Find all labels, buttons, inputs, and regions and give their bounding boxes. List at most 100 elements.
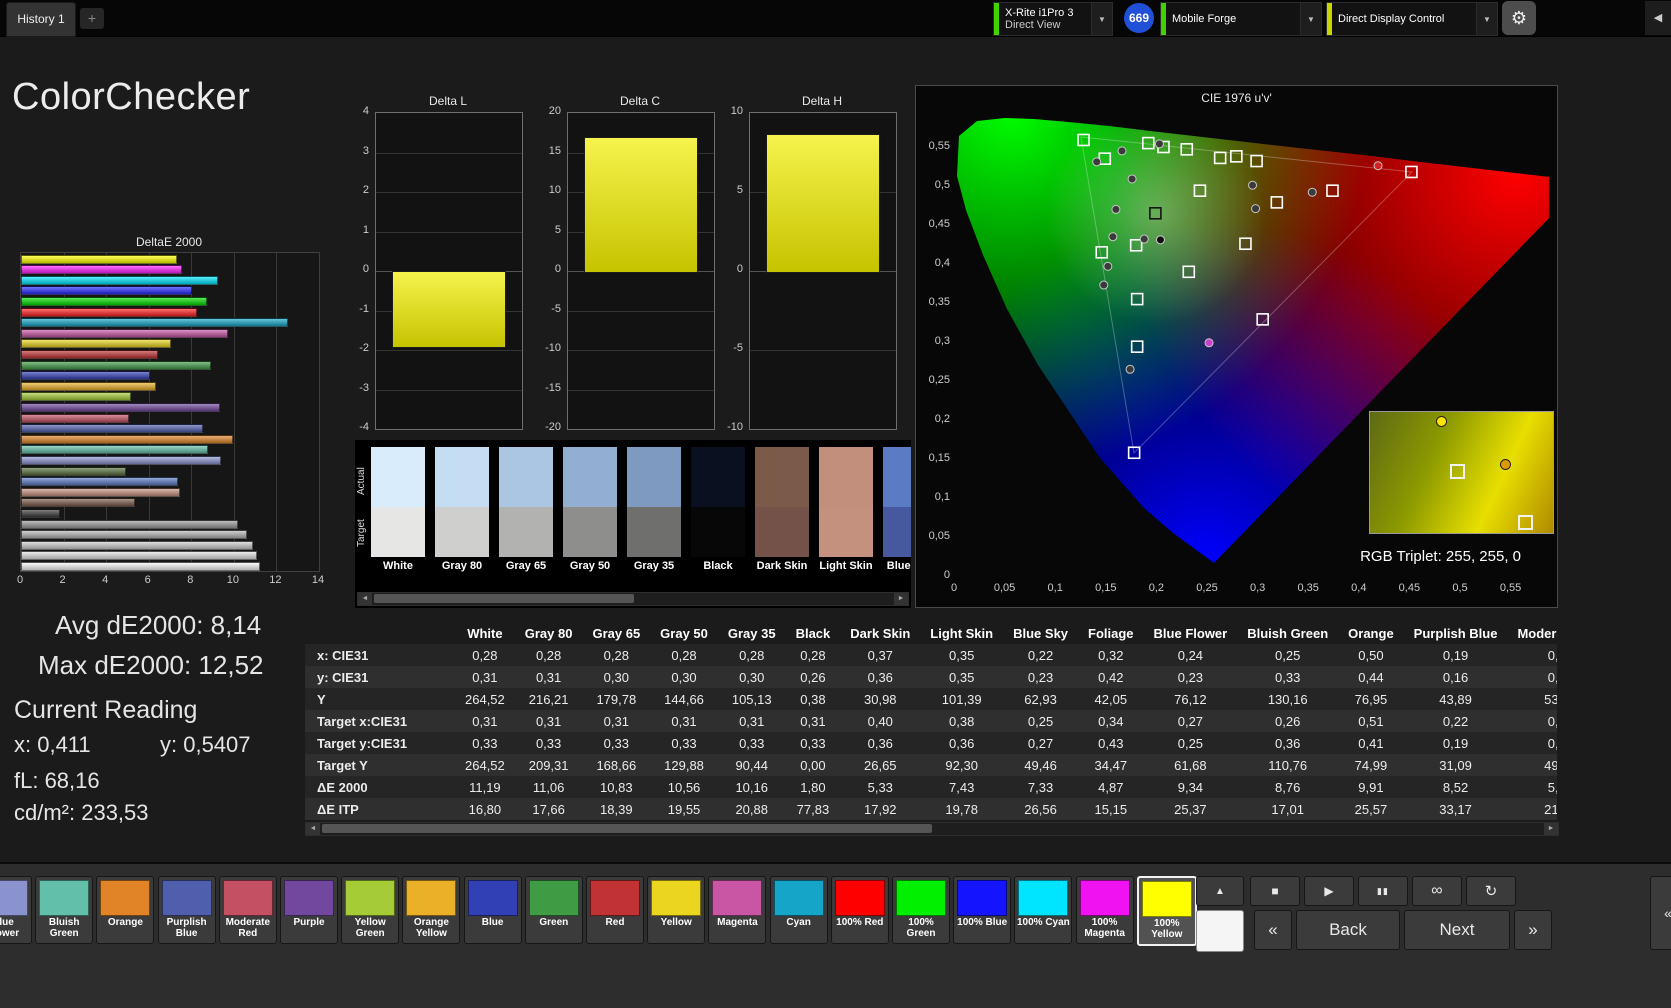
target-swatch [499,507,553,557]
patch-button-label: Magenta [717,917,758,928]
axis-tick-label: 0,25 [1196,582,1218,594]
back-chevron-button[interactable]: « [1254,910,1292,950]
patch-button-cyan[interactable]: Cyan [769,876,828,944]
patch-button-blue-flower[interactable]: Blue Flower [0,876,32,944]
deltae-bar [21,254,178,264]
table-cell: 0,31 [1547,735,1557,751]
patch-button-blue[interactable]: Blue [463,876,522,944]
actual-swatch [883,447,911,507]
table-row-label: ΔE ITP [317,801,359,817]
pause-button[interactable]: ▮▮ [1358,876,1408,906]
panel-handle-button[interactable]: « [1650,876,1671,950]
table-header-cell: Dark Skin [850,625,911,641]
scrollbar-thumb[interactable] [322,824,932,833]
patch-button-yellow-green[interactable]: Yellow Green [341,876,400,944]
deltae-bar [21,296,208,306]
axis-tick-label: 0,55 [928,140,950,152]
table-header-cell: Blue Sky [1013,625,1069,641]
axis-tick-label: 3 [362,144,369,157]
table-cell: 10,83 [600,779,633,795]
patch-button-green[interactable]: Green [524,876,583,944]
patch-button-orange[interactable]: Orange [96,876,155,944]
deltae-bar [21,402,220,412]
table-cell: 26,56 [1024,801,1057,817]
stop-button[interactable]: ■ [1250,876,1300,906]
play-button[interactable]: ▶ [1304,876,1354,906]
patch-button-red[interactable]: Red [586,876,644,944]
scroll-right-icon[interactable]: ► [894,593,908,605]
patch-button-100-cyan[interactable]: 100% Cyan [1014,876,1073,944]
patch-button-magenta[interactable]: Magenta [708,876,767,944]
table-cell: 11,19 [469,779,501,795]
table-cell: 0,25 [1177,735,1204,751]
patch-button-purple[interactable]: Purple [280,876,338,944]
table-row-label: ΔE 2000 [317,779,368,795]
table-cell: 101,39 [941,691,982,707]
table-header-cell: Moderate Red [1517,625,1557,641]
meter-dropdown-i1pro[interactable]: X-Rite i1Pro 3 Direct View ▼ [993,2,1113,36]
scroll-left-icon[interactable]: ◄ [306,823,320,835]
pattern-window-button[interactable] [1196,910,1244,952]
patch-button-moderate-red[interactable]: Moderate Red [218,876,277,944]
patch-button-bluish-green[interactable]: Bluish Green [35,876,94,944]
table-row: Y 264,52 216,21 179,78 144,66 105,13 0,38 30,98… [305,688,1557,710]
back-button[interactable]: Back [1296,910,1400,950]
gridline [376,192,522,193]
patch-color-swatch [345,880,396,916]
next-button[interactable]: Next [1404,910,1510,950]
table-cell: 0,30 [603,669,629,685]
scroll-right-icon[interactable]: ► [1544,823,1558,835]
table-scrollbar[interactable]: ◄ ► [305,822,1559,836]
actual-swatch [371,447,425,507]
axis-tick-label: 2 [59,574,66,586]
table-header-cell: Gray 80 [524,625,573,641]
patch-button-label: 100% Magenta [1084,917,1125,939]
table-cell: 0,19 [1442,647,1469,663]
table-cell: 179,78 [596,691,637,707]
patch-button-purplish-blue[interactable]: Purplish Blue [157,876,216,944]
deltae-bar [21,381,157,391]
table-cell: 0,23 [1027,669,1054,685]
table-cell: 0,25 [1027,713,1054,729]
repeat-button[interactable]: ↻ [1466,876,1516,906]
actual-swatch [627,447,681,507]
table-cell: 0,28 [739,647,765,663]
patch-button-100-red[interactable]: 100% Red [830,876,889,944]
collapse-panel-icon[interactable]: ◀ [1645,1,1671,35]
scrollbar-thumb[interactable] [374,594,634,603]
patch-button-100-blue[interactable]: 100% Blue [953,876,1012,944]
chevron-up-button[interactable]: ▲ [1196,876,1244,906]
forward-chevron-button[interactable]: » [1514,910,1552,950]
axis-tick-label: 1 [362,223,369,236]
gear-icon[interactable]: ⚙ [1502,1,1536,35]
axis-tick-label: 0,05 [928,530,950,542]
cie-chart-title: CIE 1976 u'v' [1201,91,1272,105]
table-cell: 0,50 [1358,647,1384,663]
patch-button-100-green[interactable]: 100% Green [892,876,950,944]
axis-tick-label: 0 [362,263,369,275]
table-cell: 0,42 [1547,647,1557,663]
avg-de2000-stat: Avg dE2000: 8,14 [55,610,262,640]
axis-tick-label: 0,2 [934,413,950,425]
meter-dropdown-mobile-forge[interactable]: Mobile Forge ▼ [1160,2,1322,36]
tab-history-1[interactable]: History 1 [6,2,76,37]
axis-tick-label: 0,5 [1452,582,1468,594]
axis-tick-label: -10 [727,421,743,433]
table-cell: 9,34 [1177,779,1204,795]
patch-button-orange-yellow[interactable]: Orange Yellow [402,876,461,944]
swatch-strip-scrollbar[interactable]: ◄ ► [357,592,909,606]
add-tab-button[interactable]: + [80,8,104,29]
table-cell: 30,98 [864,691,897,707]
infinite-loop-button[interactable]: ∞ [1412,876,1462,906]
gridline [750,350,896,351]
patch-color-swatch [1018,880,1069,916]
deltae-bar [21,551,258,561]
table-cell: 16,80 [468,801,502,817]
patch-color-swatch [1079,880,1130,916]
patch-button-yellow[interactable]: Yellow [647,876,706,944]
scroll-left-icon[interactable]: ◄ [358,593,372,605]
patch-button-100-yellow[interactable]: 100% Yellow [1136,876,1197,946]
table-cell: 0,31 [800,713,826,729]
patch-button-100-magenta[interactable]: 100% Magenta [1075,876,1134,944]
meter-dropdown-display-control[interactable]: Direct Display Control ▼ [1326,2,1498,36]
